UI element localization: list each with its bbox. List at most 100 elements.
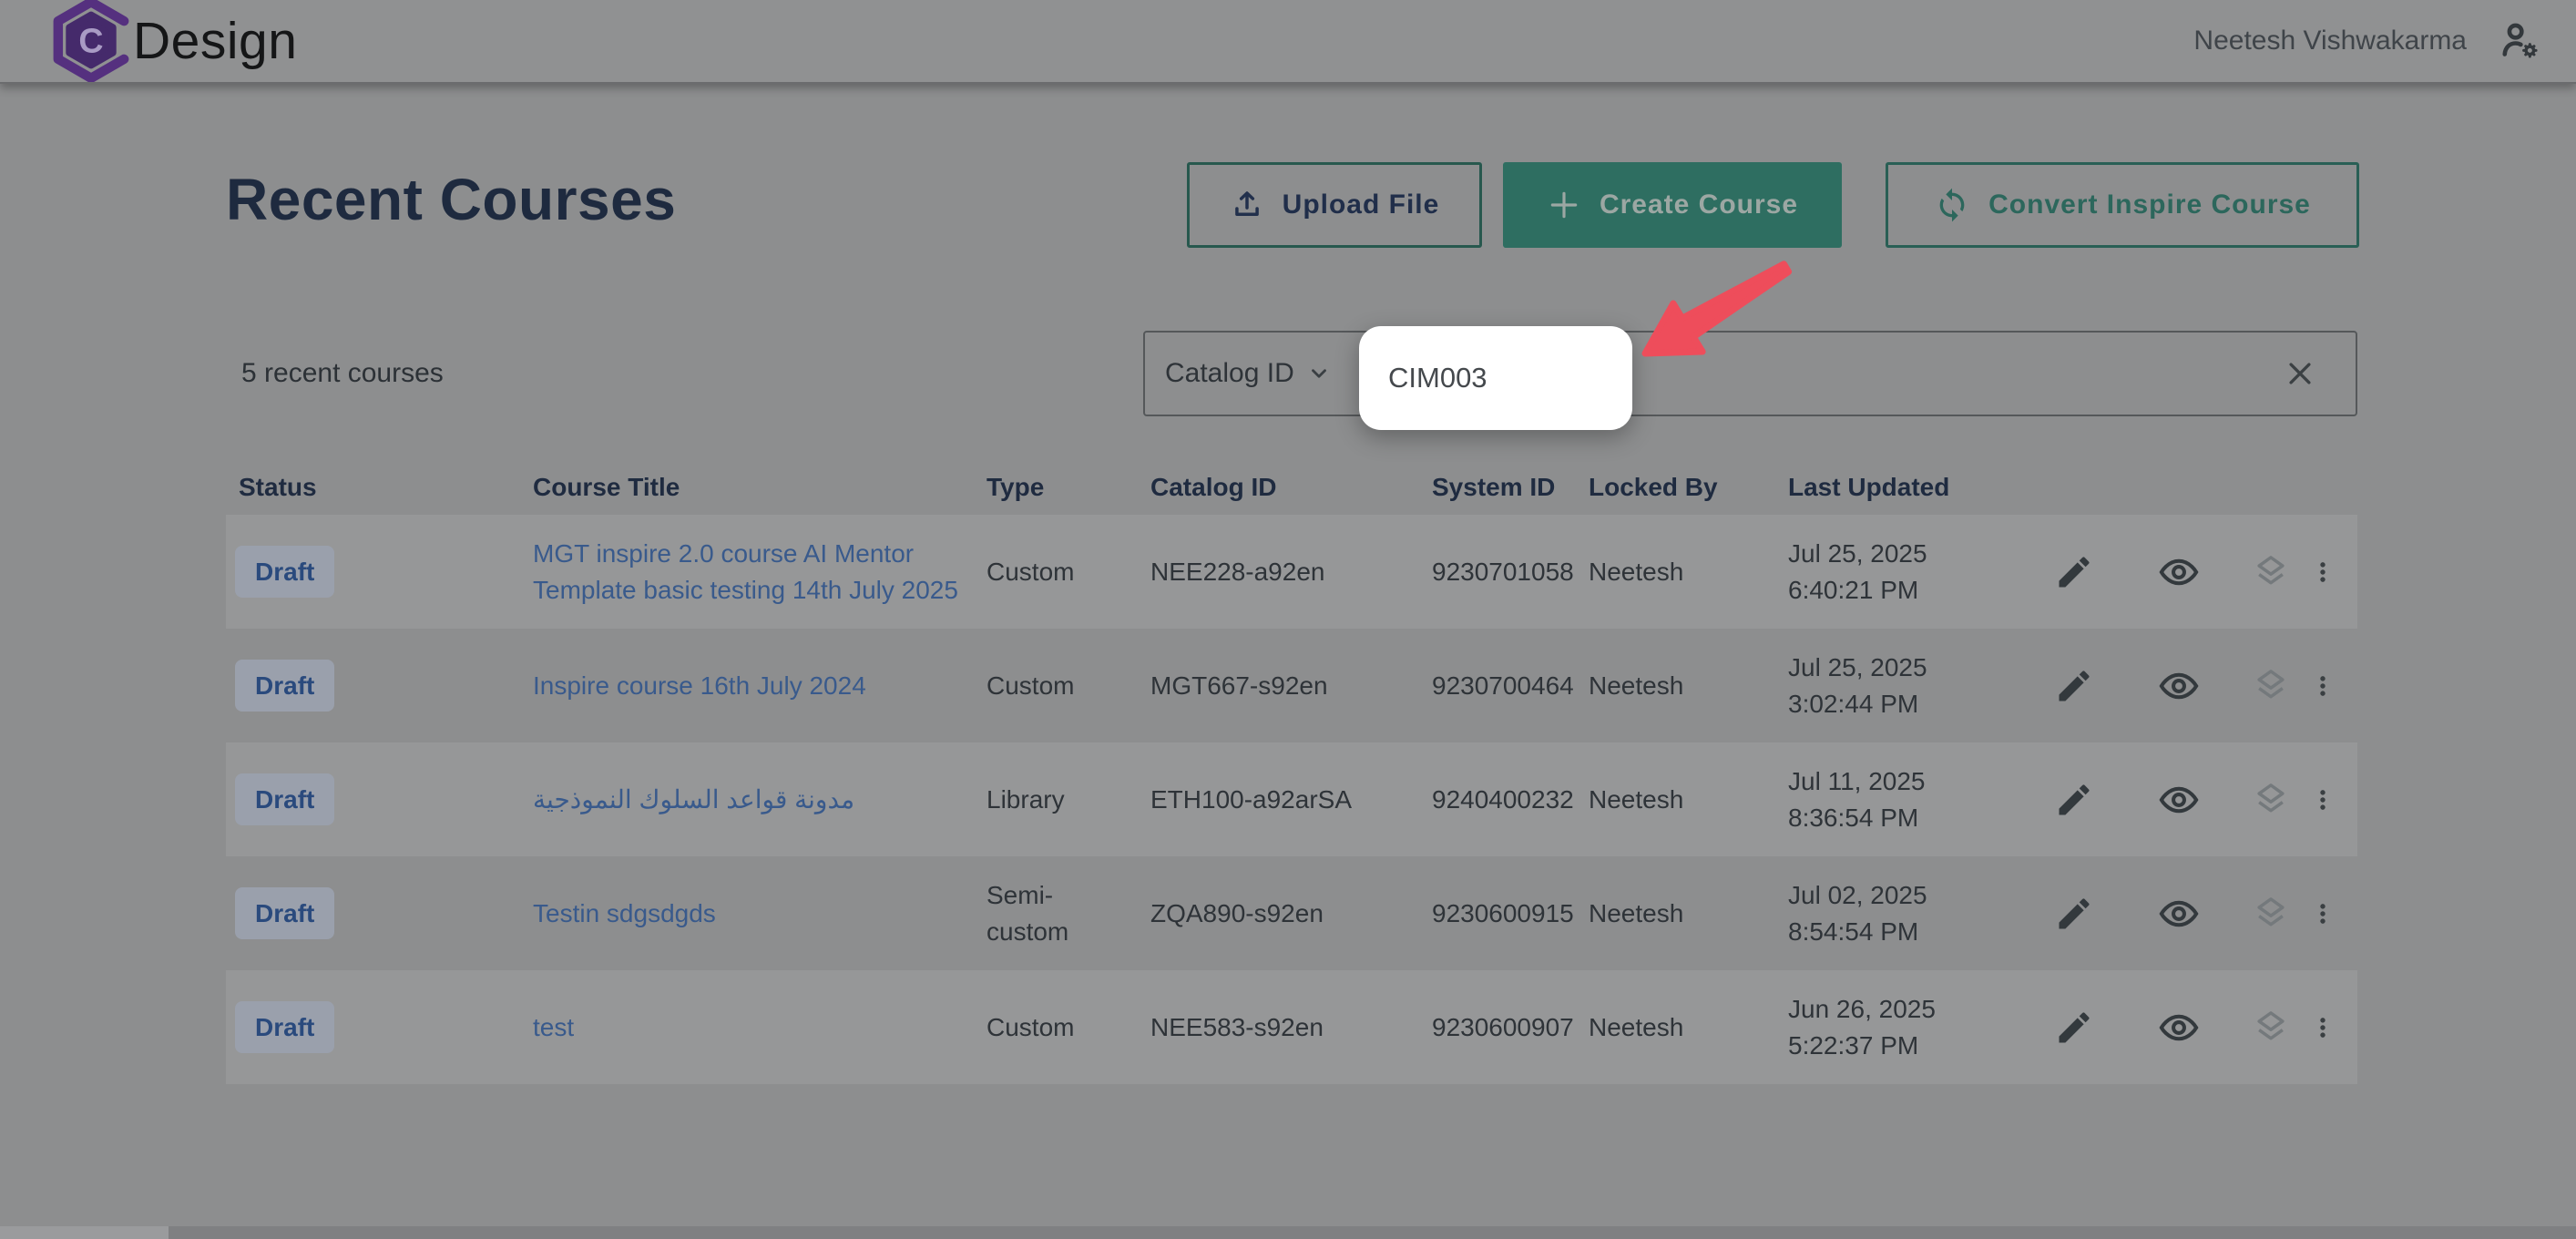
last-updated-time: 6:40:21 PM — [1788, 572, 2049, 608]
status-badge: Draft — [235, 1001, 334, 1053]
course-title-link[interactable]: Testin sdgsdgds — [533, 896, 734, 931]
catalog-id-value: ZQA890-s92en — [1150, 896, 1432, 931]
last-updated-value: Jul 11, 2025 8:36:54 PM — [1788, 763, 2049, 835]
upload-file-button[interactable]: Upload File — [1187, 162, 1482, 248]
last-updated-value: Jul 25, 2025 6:40:21 PM — [1788, 536, 2049, 607]
layers-icon — [2251, 1008, 2291, 1048]
col-header-course-title: Course Title — [533, 473, 986, 502]
create-course-button[interactable]: Create Course — [1503, 162, 1842, 248]
edit-button[interactable] — [2054, 666, 2094, 706]
brand-name: Design — [133, 11, 297, 71]
table-header-row: Status Course Title Type Catalog ID Syst… — [226, 460, 2357, 515]
catalog-id-value: MGT667-s92en — [1150, 668, 1432, 703]
more-options-button[interactable] — [2311, 668, 2335, 704]
preview-button[interactable] — [2158, 1007, 2200, 1049]
row-actions — [2049, 893, 2357, 935]
table-row: Draft Inspire course 16th July 2024 Cust… — [226, 629, 2357, 742]
course-search-bar: Catalog ID — [1143, 331, 2357, 416]
upload-file-label: Upload File — [1283, 189, 1440, 220]
close-icon — [2285, 358, 2315, 389]
versions-button[interactable] — [2251, 666, 2291, 706]
app-screen: C Design Neetesh Vishwakarma Recent Cour… — [0, 0, 2576, 1239]
course-title-link[interactable]: MGT inspire 2.0 course AI Mentor Templat… — [533, 536, 986, 607]
row-actions — [2049, 551, 2357, 593]
table-row: Draft MGT inspire 2.0 course AI Mentor T… — [226, 515, 2357, 629]
user-name-label: Neetesh Vishwakarma — [2193, 26, 2467, 56]
catalog-id-search-input[interactable] — [1359, 326, 1632, 430]
pencil-icon — [2054, 666, 2094, 706]
upload-icon — [1230, 188, 1264, 222]
edit-button[interactable] — [2054, 894, 2094, 934]
locked-by-value: Neetesh — [1589, 554, 1788, 589]
kebab-menu-icon — [2311, 668, 2335, 704]
last-updated-value: Jul 02, 2025 8:54:54 PM — [1788, 877, 2049, 948]
last-updated-value: Jul 25, 2025 3:02:44 PM — [1788, 650, 2049, 721]
convert-inspire-course-button[interactable]: Convert Inspire Course — [1886, 162, 2359, 248]
preview-button[interactable] — [2158, 779, 2200, 821]
catalog-id-value: ETH100-a92arSA — [1150, 782, 1432, 817]
status-badge: Draft — [235, 887, 334, 939]
course-type: Library — [986, 782, 1065, 817]
page-title: Recent Courses — [226, 166, 676, 233]
edit-button[interactable] — [2054, 780, 2094, 820]
account-area: Neetesh Vishwakarma — [2193, 0, 2541, 82]
locked-by-value: Neetesh — [1589, 896, 1788, 931]
last-updated-date: Jun 26, 2025 — [1788, 991, 2049, 1027]
recent-courses-table: Status Course Title Type Catalog ID Syst… — [226, 460, 2357, 1084]
more-options-button[interactable] — [2311, 896, 2335, 932]
last-updated-time: 8:54:54 PM — [1788, 914, 2049, 949]
course-title-link[interactable]: مدونة قواعد السلوك النموذجية — [533, 782, 873, 817]
brand-logo-icon[interactable]: C — [47, 0, 135, 82]
logo-letter: C — [78, 22, 103, 60]
course-title-link[interactable]: test — [533, 1009, 592, 1045]
eye-icon — [2158, 665, 2200, 707]
last-updated-date: Jul 11, 2025 — [1788, 763, 2049, 799]
last-updated-time: 8:36:54 PM — [1788, 800, 2049, 835]
edit-button[interactable] — [2054, 552, 2094, 592]
versions-button[interactable] — [2251, 780, 2291, 820]
kebab-menu-icon — [2311, 782, 2335, 818]
chevron-down-icon — [1307, 362, 1331, 385]
status-badge: Draft — [235, 660, 334, 712]
search-filter-dropdown[interactable]: Catalog ID — [1145, 358, 1331, 389]
course-type: Custom — [986, 668, 1074, 703]
more-options-button[interactable] — [2311, 1009, 2335, 1046]
locked-by-value: Neetesh — [1589, 668, 1788, 703]
more-options-button[interactable] — [2311, 554, 2335, 590]
pencil-icon — [2054, 552, 2094, 592]
search-filter-label: Catalog ID — [1165, 358, 1294, 389]
course-title-link[interactable]: Inspire course 16th July 2024 — [533, 668, 884, 703]
col-header-status: Status — [226, 473, 533, 502]
last-updated-date: Jul 25, 2025 — [1788, 650, 2049, 685]
layers-icon — [2251, 552, 2291, 592]
system-id-value: 9230600907 — [1432, 1009, 1589, 1045]
more-options-button[interactable] — [2311, 782, 2335, 818]
versions-button[interactable] — [2251, 894, 2291, 934]
course-type: Semi-custom — [986, 877, 1107, 948]
row-actions — [2049, 665, 2357, 707]
preview-button[interactable] — [2158, 551, 2200, 593]
table-row: Draft مدونة قواعد السلوك النموذجية Libra… — [226, 742, 2357, 856]
kebab-menu-icon — [2311, 896, 2335, 932]
clear-search-button[interactable] — [2285, 358, 2315, 389]
versions-button[interactable] — [2251, 1008, 2291, 1048]
course-type: Custom — [986, 554, 1074, 589]
status-badge: Draft — [235, 773, 334, 825]
create-course-label: Create Course — [1600, 189, 1798, 220]
catalog-id-value: NEE228-a92en — [1150, 554, 1432, 589]
recent-course-count: 5 recent courses — [241, 358, 444, 389]
layers-icon — [2251, 780, 2291, 820]
preview-button[interactable] — [2158, 893, 2200, 935]
layers-icon — [2251, 894, 2291, 934]
col-header-type: Type — [986, 473, 1150, 502]
preview-button[interactable] — [2158, 665, 2200, 707]
user-settings-icon[interactable] — [2499, 20, 2541, 62]
status-badge: Draft — [235, 546, 334, 598]
pencil-icon — [2054, 894, 2094, 934]
table-row: Draft test Custom NEE583-s92en 923060090… — [226, 970, 2357, 1084]
col-header-locked-by: Locked By — [1589, 473, 1788, 502]
system-id-value: 9230700464 — [1432, 668, 1589, 703]
last-updated-time: 3:02:44 PM — [1788, 686, 2049, 722]
edit-button[interactable] — [2054, 1008, 2094, 1048]
versions-button[interactable] — [2251, 552, 2291, 592]
